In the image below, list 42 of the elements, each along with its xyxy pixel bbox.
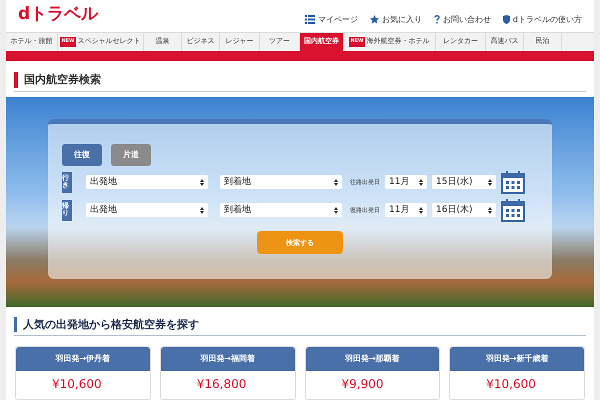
route-title: 羽田発→新千歳着 [450, 347, 584, 371]
question-icon [434, 15, 440, 24]
calendar-icon[interactable] [501, 198, 525, 222]
route-card[interactable]: 羽田発→福岡着 ¥16,800 [160, 346, 296, 400]
month-select[interactable]: 11月 [385, 175, 427, 190]
dropdown-arrows-icon [200, 178, 204, 186]
header-link[interactable]: dトラベルの使い方 [502, 14, 582, 26]
dropdown-arrows-icon [200, 206, 204, 214]
arrival-select[interactable]: 到着地 [220, 175, 342, 190]
day-select[interactable]: 16日(木) [432, 203, 496, 218]
route-title: 羽田発→伊丹着 [16, 347, 150, 371]
list-icon [304, 15, 315, 24]
star-icon [370, 15, 379, 24]
price: ¥9,900 [340, 376, 384, 393]
route-card[interactable]: 羽田発→那覇着 ¥9,900 [304, 346, 440, 400]
route-card[interactable]: 羽田発→伊丹着 ¥10,600 [15, 346, 151, 400]
dropdown-arrows-icon [488, 178, 492, 186]
shield-icon [502, 15, 510, 24]
header-link[interactable]: マイページ [304, 14, 358, 26]
price: ¥10,600 [51, 376, 103, 393]
section-title: 人気の出発地から格安航空券を探す [23, 316, 199, 332]
month-select[interactable]: 11月 [385, 203, 427, 218]
section-title: 国内航空券検索 [24, 72, 101, 88]
trip-type-tab[interactable]: 往復 [62, 144, 102, 166]
day-select[interactable]: 15日(水) [432, 175, 496, 190]
logo[interactable]: dトラベル [18, 6, 98, 23]
route-title: 羽田発→那覇着 [306, 347, 440, 371]
dropdown-arrows-icon [419, 178, 423, 186]
header-link[interactable]: お気に入り [370, 14, 422, 26]
dropdown-arrows-icon [488, 206, 492, 214]
departure-select[interactable]: 出発地 [86, 203, 208, 218]
dropdown-arrows-icon [334, 206, 338, 214]
calendar-icon[interactable] [501, 170, 525, 194]
dropdown-arrows-icon [419, 206, 423, 214]
header-link[interactable]: お問い合わせ [434, 14, 491, 26]
departure-select[interactable]: 出発地 [86, 175, 208, 190]
route-card[interactable]: 羽田発→新千歳着 ¥10,600 [449, 346, 585, 400]
price: ¥10,600 [485, 376, 537, 393]
price: ¥16,800 [196, 376, 248, 393]
arrival-select[interactable]: 到着地 [220, 203, 342, 218]
route-title: 羽田発→福岡着 [160, 347, 294, 371]
dropdown-arrows-icon [334, 178, 338, 186]
